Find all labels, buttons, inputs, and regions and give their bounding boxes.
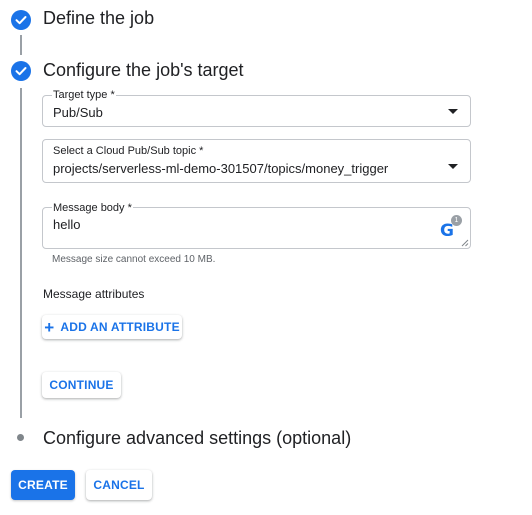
cancel-button[interactable]: CANCEL xyxy=(86,470,152,500)
step-title-define-job[interactable]: Define the job xyxy=(43,8,154,29)
pubsub-topic-label: Select a Cloud Pub/Sub topic * xyxy=(53,145,204,157)
pubsub-topic-select[interactable]: Select a Cloud Pub/Sub topic * projects/… xyxy=(42,139,471,183)
step-connector xyxy=(20,88,22,418)
add-attribute-label: ADD AN ATTRIBUTE xyxy=(60,320,180,334)
step-connector xyxy=(20,35,22,55)
dropdown-arrow-icon[interactable] xyxy=(448,164,458,169)
add-attribute-button[interactable]: + ADD AN ATTRIBUTE xyxy=(42,315,182,339)
step-title-advanced-settings[interactable]: Configure advanced settings (optional) xyxy=(43,428,351,449)
pubsub-topic-value: projects/serverless-ml-demo-301507/topic… xyxy=(53,161,389,176)
message-size-hint: Message size cannot exceed 10 MB. xyxy=(52,254,216,265)
target-type-label: Target type * xyxy=(52,89,116,101)
message-body-label: Message body * xyxy=(52,202,133,214)
target-type-select[interactable]: Target type * Pub/Sub xyxy=(42,89,471,127)
check-circle-icon xyxy=(11,61,31,81)
grammarly-count-badge: 1 xyxy=(451,215,462,226)
create-button[interactable]: CREATE xyxy=(11,470,75,500)
message-body-textarea[interactable]: Message body * hello G 1 xyxy=(42,202,471,249)
plus-icon: + xyxy=(44,317,55,337)
step-title-configure-target[interactable]: Configure the job's target xyxy=(43,60,244,81)
grammarly-icon[interactable]: G 1 xyxy=(436,215,462,242)
step-pending-dot-icon xyxy=(17,434,24,441)
target-type-value: Pub/Sub xyxy=(53,105,103,120)
dropdown-arrow-icon[interactable] xyxy=(448,109,458,114)
continue-button[interactable]: CONTINUE xyxy=(42,372,121,398)
check-circle-icon xyxy=(11,10,31,30)
resize-handle-icon[interactable] xyxy=(461,239,469,247)
message-attributes-heading: Message attributes xyxy=(43,287,145,301)
message-body-value: hello xyxy=(53,217,81,232)
